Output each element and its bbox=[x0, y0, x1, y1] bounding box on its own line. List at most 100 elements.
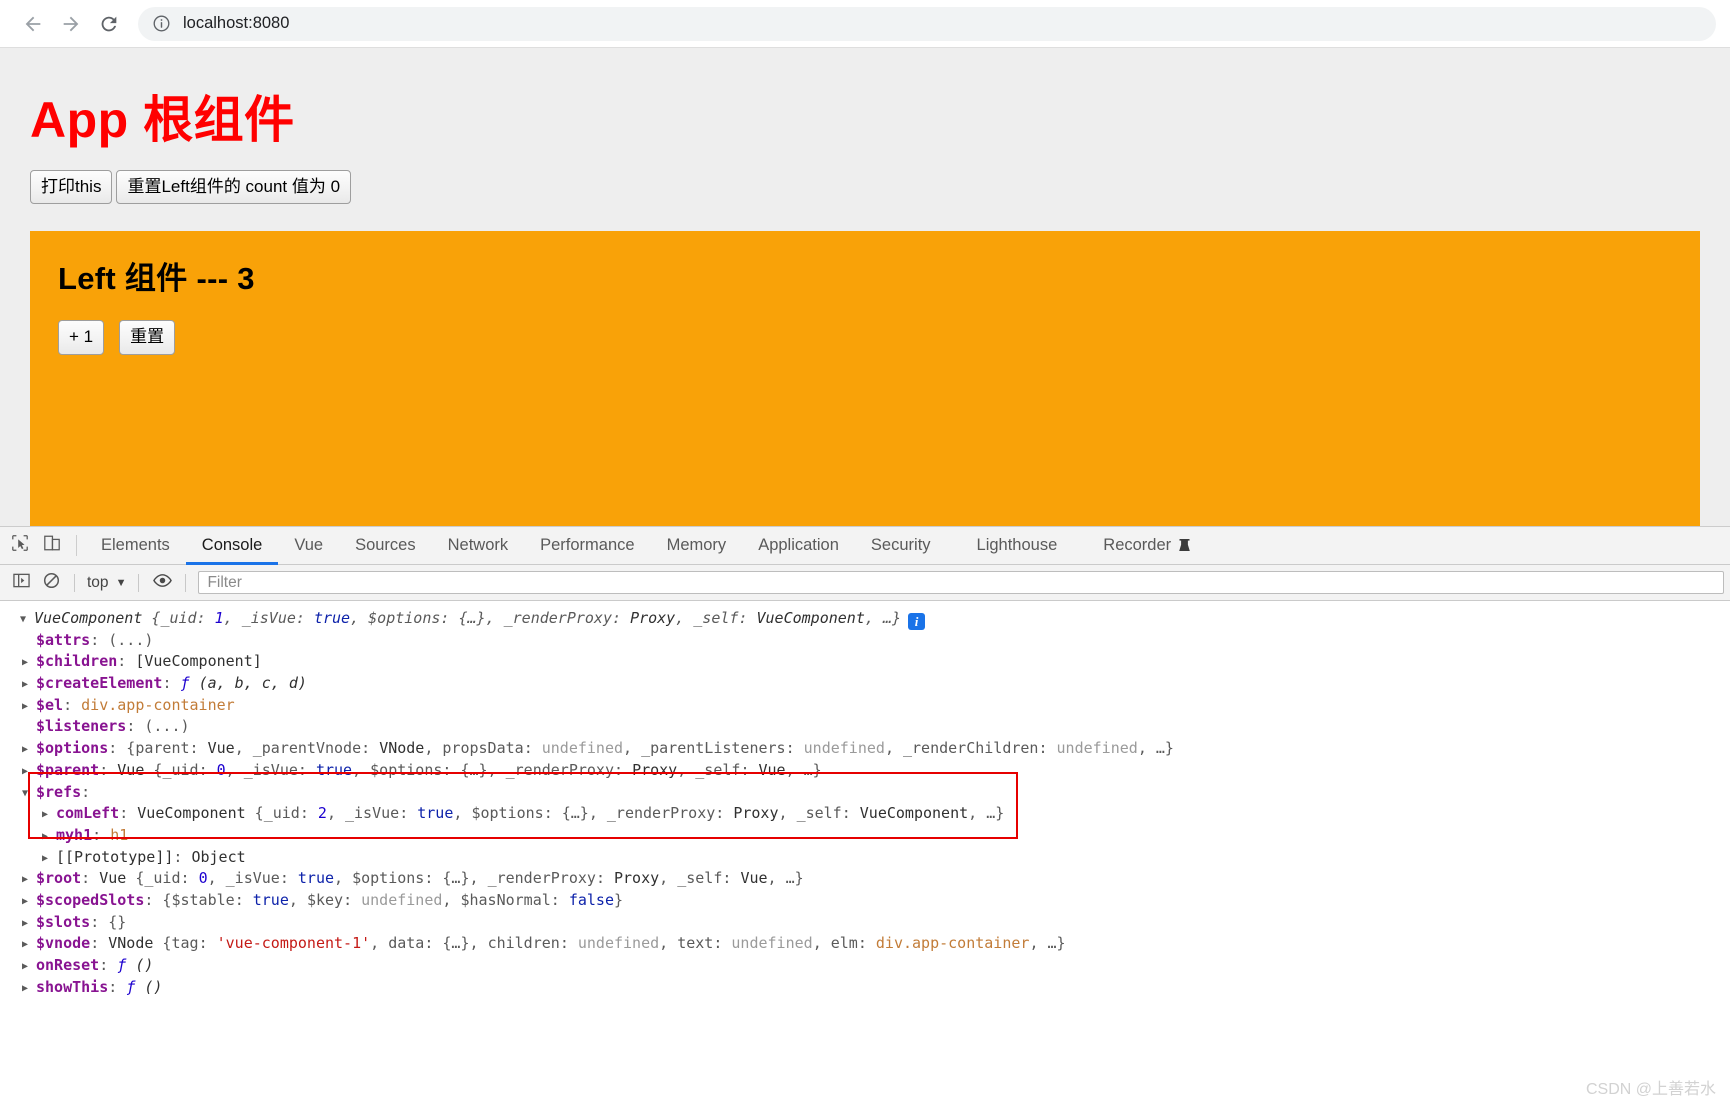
forward-button[interactable] bbox=[52, 5, 90, 43]
disclosure-triangle-icon[interactable] bbox=[22, 652, 28, 674]
tab-sources[interactable]: Sources bbox=[339, 527, 432, 564]
tab-security[interactable]: Security bbox=[855, 527, 947, 564]
disclosure-triangle-icon[interactable] bbox=[22, 869, 28, 891]
disclosure-triangle-icon[interactable] bbox=[22, 913, 28, 935]
tab-elements[interactable]: Elements bbox=[85, 527, 186, 564]
prop-value[interactable]: div.app-container bbox=[876, 934, 1030, 952]
tab-recorder[interactable]: Recorder bbox=[1087, 527, 1207, 564]
console-property-row[interactable]: showThis: ƒ () bbox=[0, 977, 1730, 999]
console-property-row[interactable]: $options: {parent: Vue, _parentVnode: VN… bbox=[0, 738, 1730, 760]
prop-key: showThis bbox=[36, 977, 109, 996]
tab-label: Application bbox=[758, 536, 839, 554]
truncation-marker: …} bbox=[803, 760, 822, 779]
prop-key: $refs bbox=[36, 782, 82, 801]
console-property-row[interactable]: $root: Vue {_uid: 0, _isVue: true, $opti… bbox=[0, 868, 1730, 890]
prop-value: 1 bbox=[214, 609, 224, 627]
device-toolbar-button[interactable] bbox=[36, 527, 68, 564]
prop-value[interactable]: {…} bbox=[442, 934, 469, 952]
prop-key: $key bbox=[306, 890, 344, 909]
console-property-row[interactable]: comLeft: VueComponent {_uid: 2, _isVue: … bbox=[0, 803, 1730, 825]
address-bar[interactable]: localhost:8080 bbox=[138, 6, 1716, 41]
tab-performance[interactable]: Performance bbox=[524, 527, 650, 564]
disclosure-triangle-icon[interactable] bbox=[20, 609, 26, 631]
reload-icon bbox=[98, 13, 120, 35]
inspect-element-button[interactable] bbox=[4, 527, 36, 564]
console-log-entry[interactable]: VueComponent {_uid: 1, _isVue: true, $op… bbox=[0, 608, 1730, 631]
tab-application[interactable]: Application bbox=[742, 527, 855, 564]
prop-value[interactable]: {…} bbox=[442, 869, 469, 887]
console-property-row[interactable]: $attrs: (...) bbox=[0, 630, 1730, 652]
prop-value[interactable]: (...) bbox=[144, 717, 189, 735]
console-property-row[interactable]: $vnode: VNode {tag: 'vue-component-1', d… bbox=[0, 933, 1730, 955]
prop-value: Object bbox=[191, 847, 246, 866]
increment-button[interactable]: + 1 bbox=[58, 320, 105, 355]
prop-value[interactable]: (...) bbox=[108, 631, 153, 649]
tab-label: Lighthouse bbox=[976, 536, 1058, 554]
tab-network[interactable]: Network bbox=[432, 527, 525, 564]
prop-key: _renderProxy bbox=[505, 760, 614, 779]
watermark: CSDN @上善若水 bbox=[1585, 1081, 1716, 1099]
prop-key: _isVue bbox=[345, 804, 400, 823]
tab-vue[interactable]: Vue bbox=[278, 527, 339, 564]
disclosure-triangle-icon[interactable] bbox=[22, 761, 28, 783]
prop-key: comLeft bbox=[56, 804, 120, 823]
prop-key: elm bbox=[830, 934, 858, 953]
clear-console-button[interactable] bbox=[36, 570, 66, 596]
prop-key: $listeners bbox=[36, 717, 127, 736]
reset-left-count-button[interactable]: 重置Left组件的 count 值为 0 bbox=[116, 170, 352, 205]
execution-context-label: top bbox=[87, 573, 109, 591]
console-property-row[interactable]: $createElement: ƒ (a, b, c, d) bbox=[0, 673, 1730, 695]
reload-button[interactable] bbox=[90, 5, 128, 43]
eye-icon bbox=[153, 573, 172, 593]
left-reset-button[interactable]: 重置 bbox=[119, 320, 176, 355]
disclosure-triangle-icon[interactable] bbox=[42, 826, 48, 848]
live-expression-button[interactable] bbox=[147, 570, 177, 596]
prop-value[interactable]: {…} bbox=[460, 761, 487, 779]
page-title: App 根组件 bbox=[30, 92, 295, 148]
disclosure-triangle-icon[interactable] bbox=[42, 848, 48, 870]
prop-value: undefined bbox=[803, 739, 885, 758]
console-sidebar-toggle-button[interactable] bbox=[6, 570, 36, 596]
disclosure-triangle-icon[interactable] bbox=[22, 934, 28, 956]
prop-value[interactable]: h1 bbox=[110, 826, 128, 844]
tab-memory[interactable]: Memory bbox=[651, 527, 743, 564]
tab-lighthouse[interactable]: Lighthouse bbox=[961, 527, 1074, 564]
execution-context-selector[interactable]: top ▼ bbox=[83, 574, 130, 592]
prop-value: Proxy bbox=[733, 804, 779, 823]
disclosure-triangle-icon[interactable] bbox=[22, 978, 28, 1000]
disclosure-triangle-icon[interactable] bbox=[22, 674, 28, 696]
prop-value[interactable]: div.app-container bbox=[81, 696, 235, 714]
console-property-row[interactable]: $scopedSlots: {$stable: true, $key: unde… bbox=[0, 890, 1730, 912]
console-property-row[interactable]: $el: div.app-container bbox=[0, 695, 1730, 717]
disclosure-triangle-icon[interactable] bbox=[22, 891, 28, 913]
prop-value: undefined bbox=[361, 890, 443, 909]
function-marker: ƒ bbox=[117, 956, 127, 974]
console-property-row[interactable]: onReset: ƒ () bbox=[0, 955, 1730, 977]
disclosure-triangle-icon[interactable] bbox=[22, 696, 28, 718]
disclosure-triangle-icon[interactable] bbox=[22, 783, 28, 805]
console-property-row[interactable]: $slots: {} bbox=[0, 912, 1730, 934]
console-property-row[interactable]: myh1: h1 bbox=[0, 825, 1730, 847]
console-output[interactable]: VueComponent {_uid: 1, _isVue: true, $op… bbox=[0, 601, 1730, 1107]
info-badge-icon[interactable]: i bbox=[908, 613, 925, 631]
console-filter-input[interactable]: Filter bbox=[198, 571, 1724, 594]
prop-key: children bbox=[487, 934, 560, 953]
console-property-row[interactable]: $children: [VueComponent] bbox=[0, 651, 1730, 673]
console-property-row[interactable]: $listeners: (...) bbox=[0, 716, 1730, 738]
console-property-row[interactable]: $parent: Vue {_uid: 0, _isVue: true, $op… bbox=[0, 760, 1730, 782]
tab-console[interactable]: Console bbox=[185, 527, 279, 565]
disclosure-triangle-icon[interactable] bbox=[22, 956, 28, 978]
prop-value: Proxy bbox=[632, 760, 678, 779]
disclosure-triangle-icon[interactable] bbox=[22, 739, 28, 761]
prop-value[interactable]: {…} bbox=[562, 804, 589, 822]
site-information-icon[interactable] bbox=[152, 14, 171, 33]
back-button[interactable] bbox=[14, 5, 52, 43]
prop-value[interactable]: {…} bbox=[458, 609, 485, 627]
prop-value: Vue bbox=[740, 869, 768, 888]
disclosure-triangle-icon[interactable] bbox=[42, 804, 48, 826]
print-this-button[interactable]: 打印this bbox=[30, 170, 113, 205]
console-property-row[interactable]: [[Prototype]]: Object bbox=[0, 847, 1730, 869]
console-property-row-refs[interactable]: $refs: bbox=[0, 782, 1730, 804]
tab-label: Performance bbox=[540, 536, 635, 554]
prop-key: $children bbox=[36, 652, 118, 671]
